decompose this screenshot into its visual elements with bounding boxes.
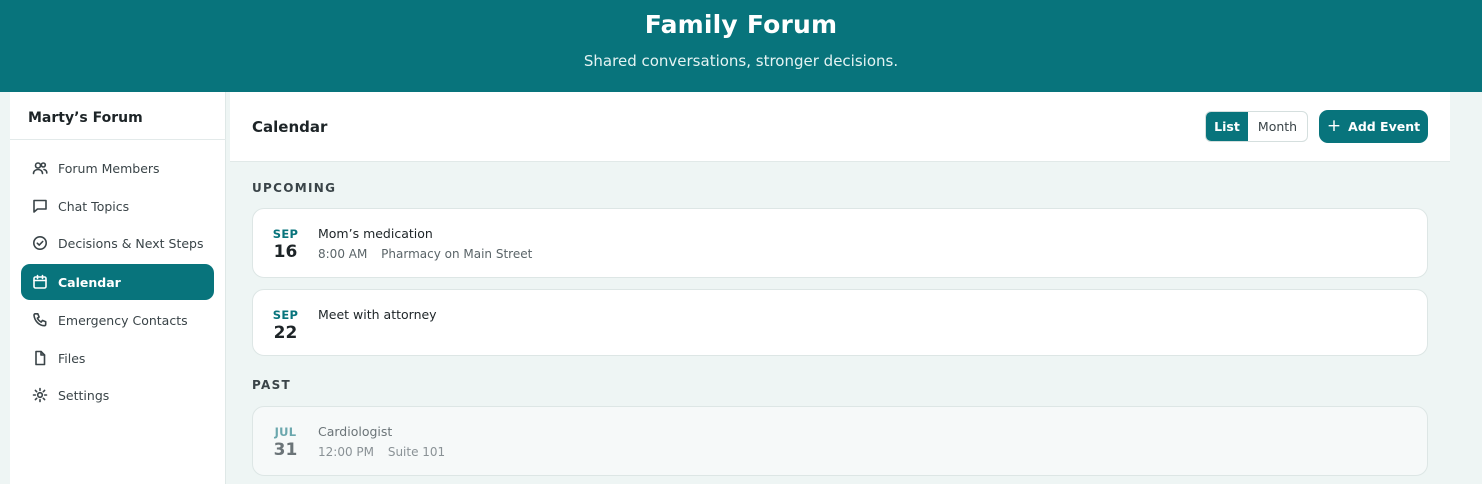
sidebar-item-chat-topics[interactable]: Chat Topics (21, 188, 214, 224)
view-toggle: List Month (1205, 111, 1308, 142)
event-title: Mom’s medication (318, 226, 433, 241)
phone-icon (32, 312, 48, 328)
event-meta: 12:00 PM Suite 101 (318, 445, 455, 459)
sidebar-item-label: Decisions & Next Steps (58, 235, 204, 251)
event-month: SEP (272, 308, 299, 322)
sidebar-item-label: Forum Members (58, 160, 160, 176)
event-meta: 8:00 AM Pharmacy on Main Street (318, 247, 542, 261)
event-month: SEP (272, 227, 299, 241)
event-date: SEP 22 (253, 308, 318, 343)
sidebar-item-emergency-contacts[interactable]: Emergency Contacts (21, 302, 214, 338)
event-title: Cardiologist (318, 424, 393, 439)
app-header: Family Forum Shared conversations, stron… (0, 0, 1482, 92)
sidebar-item-label: Files (58, 350, 86, 366)
event-card[interactable]: SEP 22 Meet with attorney (252, 289, 1428, 356)
sidebar-item-calendar[interactable]: Calendar (21, 264, 214, 300)
event-card[interactable]: SEP 16 Mom’s medication 8:00 AM Pharmacy… (252, 208, 1428, 278)
forum-name: Marty’s Forum (10, 92, 226, 140)
event-day: 22 (273, 323, 298, 343)
event-day: 16 (273, 242, 298, 262)
file-icon (32, 350, 48, 366)
event-location: Suite 101 (387, 445, 446, 459)
event-time: 12:00 PM (318, 445, 374, 459)
sidebar-item-forum-members[interactable]: Forum Members (21, 150, 214, 186)
check-circle-icon (32, 235, 48, 251)
sidebar: Marty’s Forum Forum Members Chat Topics … (10, 92, 226, 484)
upcoming-section-label: UPCOMING (252, 181, 337, 195)
app-title: Family Forum (644, 10, 838, 39)
page-title: Calendar (252, 118, 328, 136)
add-event-label: Add Event (1348, 119, 1421, 134)
app-subtitle: Shared conversations, stronger decisions… (583, 52, 899, 70)
main-content: Calendar List Month + Add Event UPCOMING… (230, 92, 1450, 484)
calendar-header: Calendar List Month + Add Event (230, 92, 1450, 162)
event-time: 8:00 AM (318, 247, 368, 261)
past-section-label: PAST (252, 378, 292, 392)
list-view-button[interactable]: List (1206, 112, 1248, 141)
sidebar-item-files[interactable]: Files (21, 340, 214, 376)
event-date: JUL 31 (253, 425, 318, 460)
sidebar-item-decisions[interactable]: Decisions & Next Steps (21, 225, 214, 261)
event-day: 31 (273, 440, 298, 460)
users-icon (32, 160, 48, 176)
event-location: Pharmacy on Main Street (381, 247, 533, 261)
sidebar-item-label: Calendar (58, 274, 121, 290)
event-card[interactable]: JUL 31 Cardiologist 12:00 PM Suite 101 (252, 406, 1428, 476)
event-month: JUL (274, 425, 297, 439)
event-date: SEP 16 (253, 227, 318, 262)
month-view-button[interactable]: Month (1248, 112, 1307, 141)
event-title: Meet with attorney (318, 307, 437, 322)
calendar-icon (32, 274, 48, 290)
sidebar-item-label: Chat Topics (58, 198, 130, 214)
chat-bubble-icon (32, 198, 48, 214)
sidebar-item-label: Emergency Contacts (58, 312, 188, 328)
add-event-button[interactable]: + Add Event (1319, 110, 1428, 143)
plus-icon: + (1326, 115, 1342, 136)
sidebar-item-settings[interactable]: Settings (21, 377, 214, 413)
sidebar-item-label: Settings (58, 387, 110, 403)
gear-icon (32, 387, 48, 403)
